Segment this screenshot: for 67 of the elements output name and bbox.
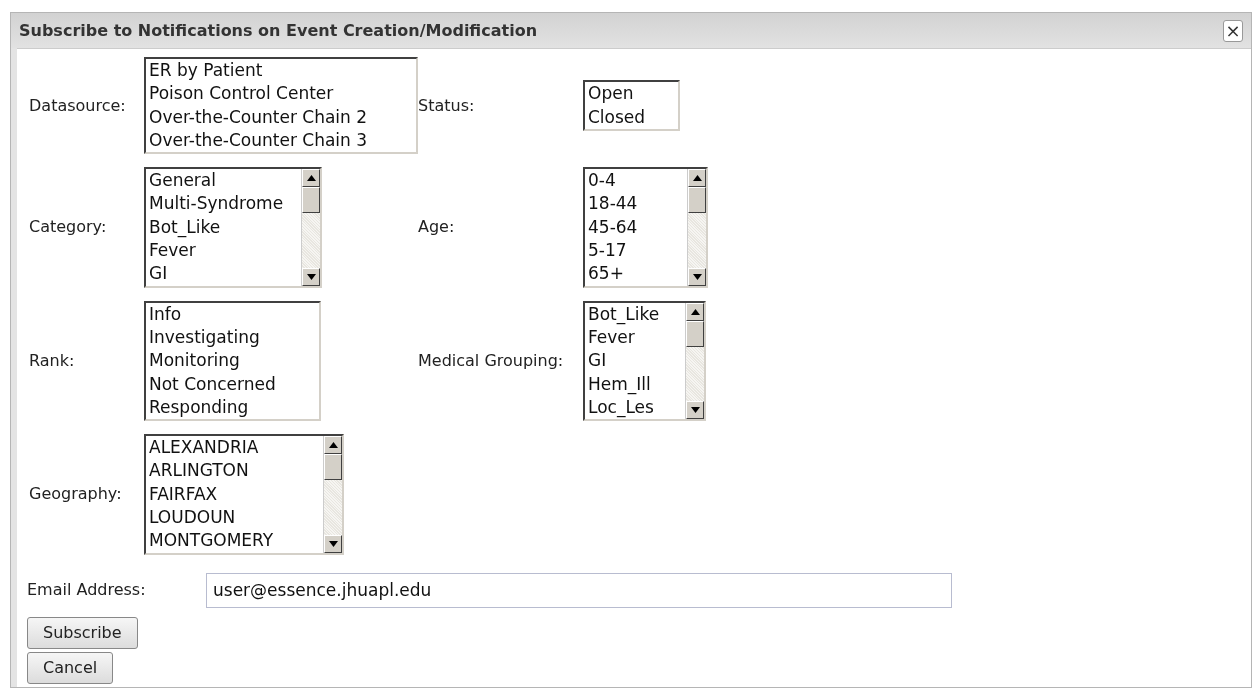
field-label: Status:: [418, 94, 476, 117]
list-option[interactable]: Investigating: [149, 325, 316, 350]
list-option[interactable]: Not Concerned: [149, 372, 316, 396]
close-button[interactable]: ×: [1223, 19, 1243, 42]
list-option[interactable]: Hem_Ill: [588, 372, 682, 396]
list-option[interactable]: Monitoring: [149, 349, 316, 373]
list-option[interactable]: 18-44: [588, 192, 684, 216]
field-label: Medical Grouping:: [418, 349, 565, 372]
list-option[interactable]: Fever: [149, 239, 298, 263]
scroll-thumb[interactable]: [688, 187, 706, 214]
list-option[interactable]: FAIRFAX: [149, 482, 320, 507]
scroll-thumb[interactable]: [324, 454, 342, 481]
scroll-down-icon[interactable]: [688, 267, 706, 286]
list-option[interactable]: GI: [588, 349, 682, 373]
scrollbar[interactable]: [685, 302, 704, 420]
list-option[interactable]: Multi-Syndrome: [149, 192, 298, 216]
scroll-up-icon[interactable]: [324, 436, 342, 455]
list-box[interactable]: ER by Patient Poison Control Center Over-the-Counter Chain 2 Over-the-Counter Chain 3: [144, 57, 418, 155]
dialog-button[interactable]: Subscribe: [27, 616, 138, 649]
field-label: Datasource:: [28, 94, 127, 117]
list-option[interactable]: General: [149, 169, 298, 193]
dialog-button[interactable]: Cancel: [27, 651, 114, 684]
list-option[interactable]: 5-17: [588, 239, 684, 263]
list-option[interactable]: Bot_Like: [588, 302, 682, 326]
list-option[interactable]: Poison Control Center: [149, 82, 413, 106]
scroll-up-icon[interactable]: [686, 302, 704, 321]
list-option[interactable]: Responding: [149, 395, 316, 420]
list-option[interactable]: Info: [149, 302, 316, 326]
list-option[interactable]: ALEXANDRIA: [149, 436, 320, 460]
field-label: Category:: [28, 216, 108, 239]
field-label: Age:: [418, 216, 456, 239]
list-box[interactable]: ALEXANDRIA ARLINGTON FAIRFAX LOUDOUN MONTGOMERY: [144, 434, 344, 555]
list-box[interactable]: 0-4 18-44 45-64 5-17 65+: [583, 167, 708, 288]
scrollbar[interactable]: [687, 169, 706, 286]
list-option[interactable]: 65+: [588, 262, 684, 286]
scrollbar[interactable]: [323, 436, 342, 553]
list-option[interactable]: MONTGOMERY: [149, 529, 320, 553]
scroll-down-icon[interactable]: [686, 401, 704, 420]
list-option[interactable]: Over-the-Counter Chain 2: [149, 105, 413, 129]
scroll-thumb[interactable]: [686, 320, 704, 347]
field-label: Email Address:: [26, 579, 147, 602]
field-label: Geography:: [28, 483, 123, 506]
list-box[interactable]: Info Investigating Monitoring Not Concerned Responding: [144, 300, 321, 422]
scroll-down-icon[interactable]: [324, 534, 342, 553]
email-field[interactable]: user@essence.jhuapl.edu: [206, 572, 952, 608]
scroll-down-icon[interactable]: [302, 267, 320, 286]
list-option[interactable]: Fever: [588, 325, 682, 350]
scroll-up-icon[interactable]: [688, 169, 706, 188]
list-option[interactable]: 45-64: [588, 215, 684, 240]
field-label: Rank:: [28, 349, 76, 372]
list-option[interactable]: GI: [149, 262, 298, 286]
list-option[interactable]: ARLINGTON: [149, 459, 320, 483]
list-option[interactable]: Open: [588, 82, 675, 106]
scroll-up-icon[interactable]: [302, 169, 320, 188]
list-box[interactable]: Open Closed: [583, 80, 680, 131]
list-option[interactable]: Over-the-Counter Chain 3: [149, 128, 413, 153]
list-box[interactable]: Bot_Like Fever GI Hem_Ill Loc_Les: [583, 300, 706, 422]
list-option[interactable]: 0-4: [588, 169, 684, 193]
list-option[interactable]: LOUDOUN: [149, 506, 320, 530]
list-option[interactable]: ER by Patient: [149, 59, 413, 83]
list-box[interactable]: General Multi-Syndrome Bot_Like Fever GI: [144, 167, 322, 288]
scroll-thumb[interactable]: [302, 187, 320, 214]
list-option[interactable]: Closed: [588, 105, 675, 129]
list-option[interactable]: Loc_Les: [588, 395, 682, 420]
window-title: Subscribe to Notifications on Event Creation/Modification: [19, 19, 538, 42]
scrollbar[interactable]: [301, 169, 320, 286]
list-option[interactable]: Bot_Like: [149, 215, 298, 240]
